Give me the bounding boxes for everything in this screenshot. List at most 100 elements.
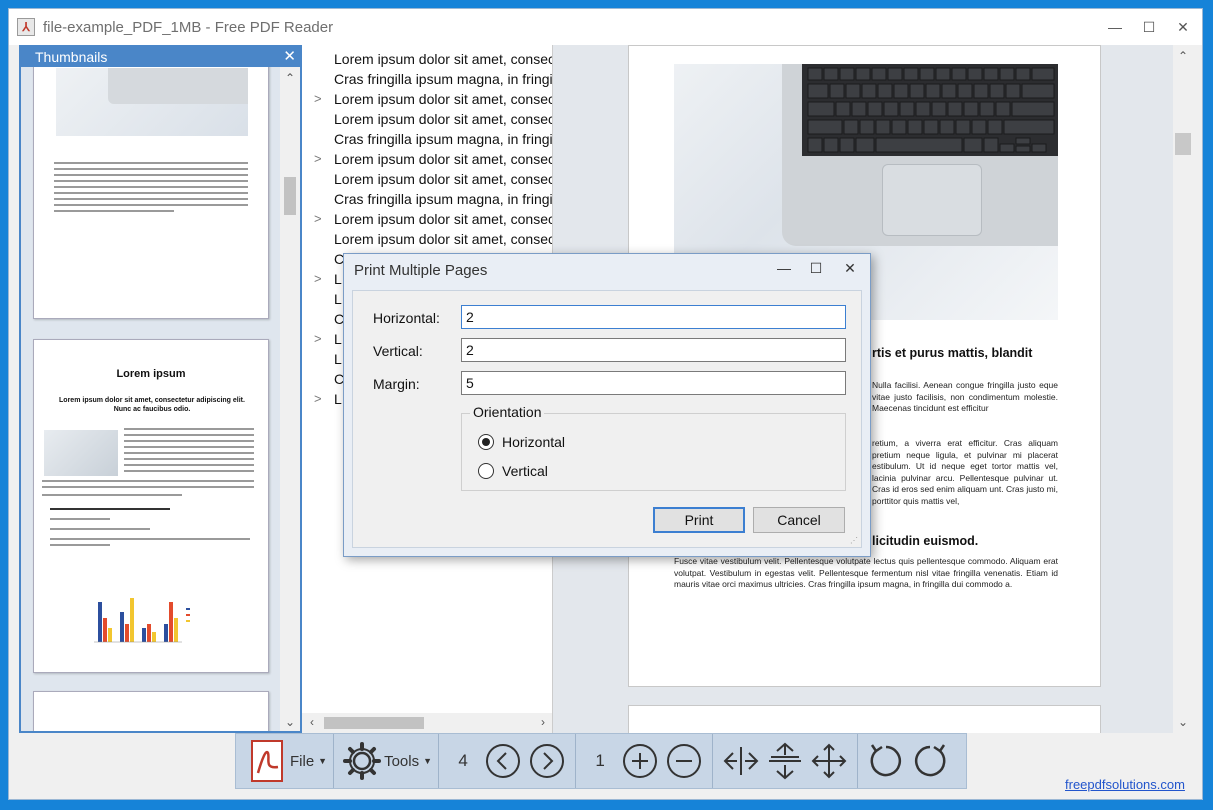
scroll-down-icon[interactable]: ⌄	[280, 715, 300, 729]
orientation-vertical-label[interactable]: Vertical	[502, 463, 548, 479]
scrollbar-thumb[interactable]	[284, 177, 296, 215]
bookmark-label: L	[334, 331, 342, 347]
file-label: File	[290, 752, 315, 770]
bottom-toolbar: File ▼ Tools ▼ 4 1	[235, 733, 967, 789]
scrollbar-thumb[interactable]	[1175, 133, 1191, 155]
margin-input[interactable]	[461, 371, 846, 395]
bookmark-label: Lorem ipsum dolor sit amet, consecte	[334, 51, 553, 67]
scroll-right-icon[interactable]: ›	[533, 715, 552, 729]
bookmark-item[interactable]: Cras fringilla ipsum magna, in fringilla	[302, 129, 552, 149]
zoom-out-icon[interactable]	[662, 739, 706, 783]
bookmark-label: Lorem ipsum dolor sit amet, consecte	[334, 91, 553, 107]
bookmark-item[interactable]: Lorem ipsum dolor sit amet, consecte	[302, 229, 552, 249]
horizontal-label: Horizontal:	[373, 310, 440, 326]
orientation-group: Orientation Horizontal Vertical	[461, 404, 846, 491]
orientation-horizontal-radio[interactable]	[478, 434, 494, 450]
thumbnails-header: Thumbnails ✕	[21, 47, 300, 67]
gear-icon	[340, 739, 384, 783]
orientation-title: Orientation	[470, 404, 545, 420]
cancel-button[interactable]: Cancel	[753, 507, 845, 533]
bookmark-item[interactable]: Lorem ipsum dolor sit amet, consecte	[302, 49, 553, 69]
chevron-right-icon[interactable]: >	[314, 391, 322, 406]
chevron-right-icon[interactable]: >	[314, 211, 322, 226]
close-button[interactable]: ✕	[1171, 17, 1195, 37]
document-heading-2: licitudin euismod.	[872, 534, 979, 548]
pdf-app-icon: ⅄	[17, 18, 35, 36]
bookmark-item[interactable]: > Lorem ipsum dolor sit amet, consecte	[302, 149, 553, 169]
keyboard-shape	[802, 64, 1058, 156]
dialog-close-button[interactable]: ✕	[838, 260, 862, 277]
bookmark-label: Cras fringilla ipsum magna, in fringilla	[334, 71, 553, 87]
document-scrollbar[interactable]: ⌃ ⌄	[1173, 45, 1193, 733]
scroll-up-icon[interactable]: ⌃	[280, 71, 300, 85]
chevron-right-icon[interactable]: >	[314, 151, 322, 166]
minimize-button[interactable]: —	[1103, 17, 1127, 37]
tools-menu-button[interactable]: Tools ▼	[334, 734, 440, 788]
print-button[interactable]: Print	[653, 507, 745, 533]
bookmark-item[interactable]: > Lorem ipsum dolor sit amet, consecte	[302, 89, 553, 109]
scroll-down-icon[interactable]: ⌄	[1173, 715, 1193, 729]
document-paragraph-3: Fusce vitae vestibulum velit. Pellentesq…	[674, 556, 1058, 589]
page-navigation: 4	[439, 734, 577, 788]
bookmark-item[interactable]: Cras fringilla ipsum magna, in fringilla	[302, 189, 553, 209]
bookmark-label: L	[334, 291, 342, 307]
orientation-horizontal-label[interactable]: Horizontal	[502, 434, 565, 450]
scrollbar-thumb[interactable]	[324, 717, 424, 729]
horizontal-input[interactable]	[461, 305, 846, 329]
document-heading-1: rtis et purus mattis, blandit	[872, 346, 1033, 360]
rotate-right-icon[interactable]	[908, 739, 952, 783]
website-link[interactable]: freepdfsolutions.com	[1065, 777, 1185, 792]
bookmark-label: Cras fringilla ipsum magna, in fringilla	[334, 191, 553, 207]
bookmark-label: Lorem ipsum dolor sit amet, consecte	[334, 151, 553, 167]
maximize-button[interactable]: ☐	[1137, 17, 1161, 37]
bookmarks-hscrollbar[interactable]: ‹ ›	[302, 713, 552, 733]
previous-page-icon[interactable]	[481, 739, 525, 783]
fit-page-icon[interactable]	[807, 739, 851, 783]
vertical-label: Vertical:	[373, 343, 423, 359]
thumbnails-title: Thumbnails	[35, 49, 108, 65]
dialog-body: Horizontal: Vertical: Margin: Orientatio…	[352, 290, 862, 548]
dialog-maximize-button[interactable]: ☐	[804, 260, 828, 277]
bookmark-label: L	[334, 391, 342, 407]
vertical-input[interactable]	[461, 338, 846, 362]
chevron-right-icon[interactable]: >	[314, 271, 322, 286]
scroll-up-icon[interactable]: ⌃	[1173, 49, 1193, 63]
page-thumbnail-1[interactable]	[33, 67, 269, 319]
chevron-down-icon: ▼	[318, 756, 328, 766]
bookmark-item[interactable]: Cras fringilla ipsum magna, in fringilla	[302, 69, 553, 89]
resize-grip-icon[interactable]: ⋰	[850, 536, 858, 545]
orientation-vertical-radio[interactable]	[478, 463, 494, 479]
thumbnail-bar-chart	[94, 598, 190, 643]
thumbnail-text-lines	[42, 428, 254, 546]
print-multiple-pages-dialog: Print Multiple Pages — ☐ ✕ Horizontal: V…	[343, 253, 871, 557]
next-page-icon[interactable]	[525, 739, 569, 783]
dialog-title: Print Multiple Pages	[354, 262, 488, 279]
tools-label: Tools	[384, 752, 420, 770]
bookmark-item[interactable]: Lorem ipsum dolor sit amet, consecte	[302, 109, 553, 129]
bookmark-label: Lorem ipsum dolor sit amet, consecte	[334, 211, 553, 227]
laptop-shape	[782, 64, 1058, 246]
touchpad-shape	[882, 164, 982, 236]
dialog-minimize-button[interactable]: —	[772, 260, 796, 276]
rotate-left-icon[interactable]	[864, 739, 908, 783]
fit-height-icon[interactable]	[763, 739, 807, 783]
chevron-right-icon[interactable]: >	[314, 331, 322, 346]
file-menu-button[interactable]: File ▼	[236, 734, 335, 788]
bookmark-item[interactable]: > Lorem ipsum dolor sit amet, consecte	[302, 209, 553, 229]
thumbnails-close-icon[interactable]: ✕	[283, 47, 296, 67]
scroll-left-icon[interactable]: ‹	[302, 715, 322, 729]
document-paragraph-2: retium, a viverra erat efficitur. Cras a…	[872, 438, 1058, 506]
bookmark-label: Lorem ipsum dolor sit amet, consecte	[334, 171, 553, 187]
chevron-right-icon[interactable]: >	[314, 91, 322, 106]
margin-label: Margin:	[373, 376, 420, 392]
zoom-in-icon[interactable]	[618, 739, 662, 783]
fit-width-icon[interactable]	[719, 739, 763, 783]
page-thumbnail-2[interactable]: Lorem ipsum Lorem ipsum dolor sit amet, …	[33, 339, 269, 673]
thumbnails-scrollbar[interactable]: ⌃ ⌄	[280, 67, 300, 731]
bookmark-label: Lorem ipsum dolor sit amet, consecte	[334, 111, 553, 127]
title-bar: ⅄ file-example_PDF_1MB - Free PDF Reader…	[9, 9, 1202, 45]
bookmark-item[interactable]: Lorem ipsum dolor sit amet, consecte	[302, 169, 553, 189]
thumbnails-list: Lorem ipsum Lorem ipsum dolor sit amet, …	[21, 67, 282, 731]
chevron-down-icon: ▼	[423, 756, 433, 766]
page-thumbnail-3[interactable]	[33, 691, 269, 731]
